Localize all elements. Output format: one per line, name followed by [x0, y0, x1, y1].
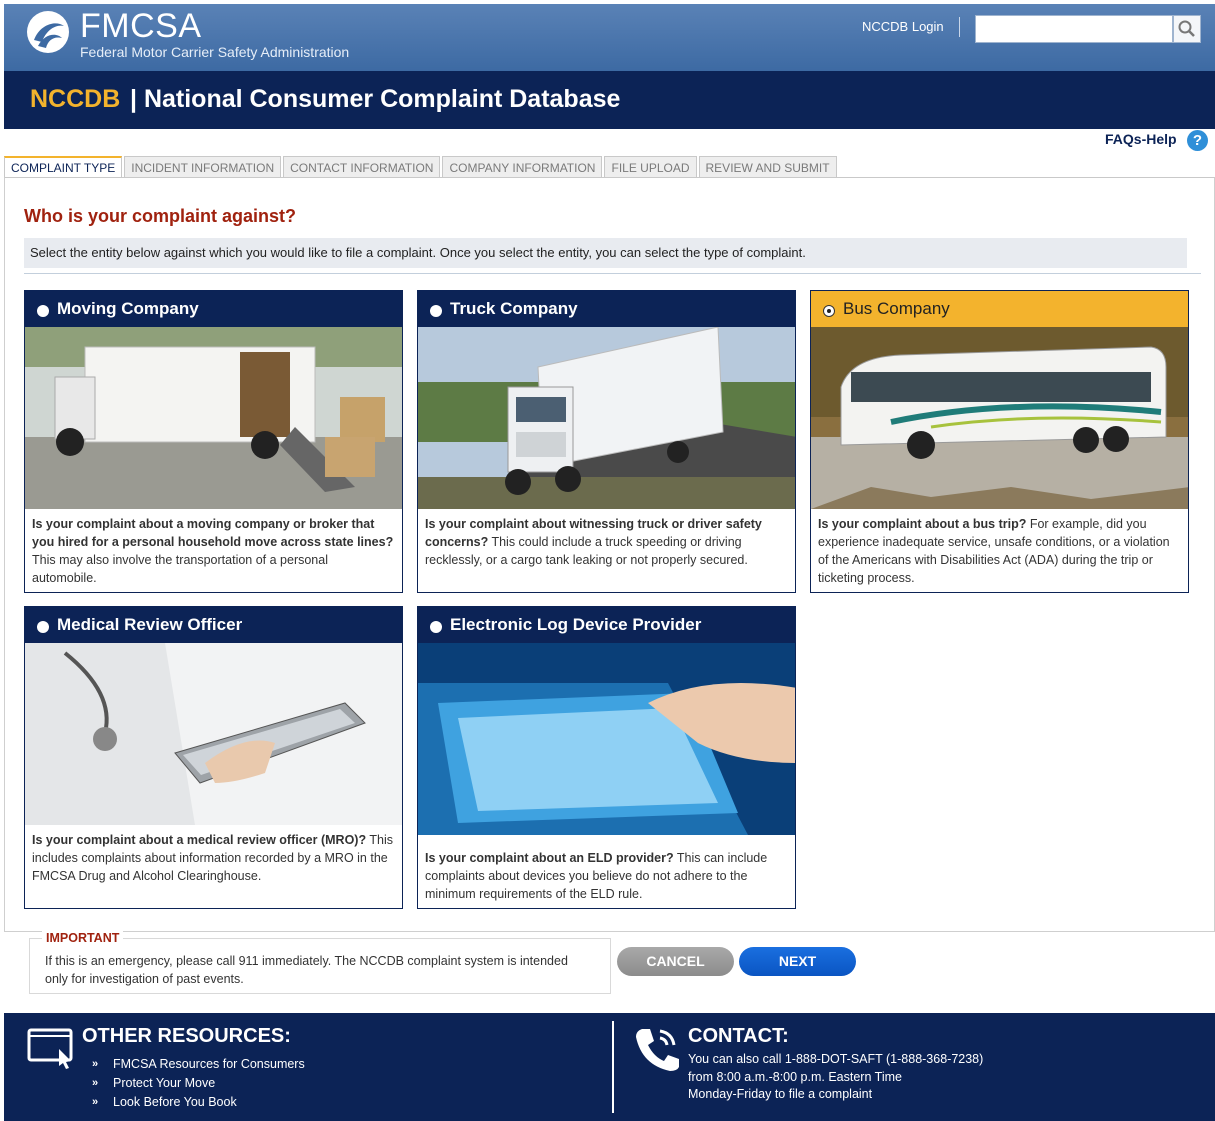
title-bar: NCCDB | National Consumer Complaint Data… — [4, 71, 1215, 129]
card-question: Is your complaint about a bus trip? — [818, 517, 1027, 531]
tab-complaint-type[interactable]: COMPLAINT TYPE — [4, 156, 123, 178]
card-description: Is your complaint about an ELD provider?… — [418, 835, 795, 909]
double-chevron-icon: » — [92, 1058, 99, 1070]
doctor-tablet-image — [25, 643, 402, 825]
card-title: Medical Review Officer — [57, 615, 243, 634]
site-header: FMCSA Federal Motor Carrier Safety Admin… — [4, 4, 1215, 71]
header-divider — [959, 17, 960, 37]
card-moving-company[interactable]: Moving Company Is your complaint about a… — [24, 290, 403, 593]
resource-label[interactable]: FMCSA Resources for Consumers — [113, 1055, 305, 1074]
resource-link-protect-move[interactable]: » Protect Your Move — [92, 1074, 305, 1093]
page-title: | National Consumer Complaint Database — [130, 85, 621, 113]
card-question: Is your complaint about an ELD provider? — [425, 851, 674, 865]
resource-label[interactable]: Protect Your Move — [113, 1074, 215, 1093]
card-header[interactable]: Electronic Log Device Provider — [418, 607, 795, 643]
help-icon[interactable]: ? — [1187, 130, 1208, 151]
contact-line: Monday-Friday to file a complaint — [688, 1087, 873, 1101]
cancel-button[interactable]: CANCEL — [617, 947, 734, 976]
card-question: Is your complaint about a moving company… — [32, 517, 394, 549]
card-title: Electronic Log Device Provider — [450, 615, 702, 634]
important-label: IMPORTANT — [42, 931, 124, 945]
fmcsa-logo-icon — [27, 11, 69, 53]
card-truck-company[interactable]: Truck Company Is your complaint about wi… — [417, 290, 796, 593]
divider — [24, 273, 1201, 274]
tab-company-information[interactable]: COMPANY INFORMATION — [442, 156, 603, 178]
card-description: Is your complaint about a bus trip? For … — [811, 509, 1188, 593]
radio-moving-company[interactable] — [37, 304, 49, 317]
site-footer: OTHER RESOURCES: » FMCSA Resources for Co… — [4, 1013, 1215, 1121]
logo-subtitle: Federal Motor Carrier Safety Administrat… — [80, 44, 350, 60]
resource-link-consumers[interactable]: » FMCSA Resources for Consumers — [92, 1055, 305, 1074]
radio-truck-company[interactable] — [430, 304, 442, 317]
tour-bus-image — [811, 327, 1188, 509]
search-button[interactable] — [1173, 15, 1201, 43]
resource-label[interactable]: Look Before You Book — [113, 1093, 237, 1112]
card-title: Truck Company — [450, 299, 578, 318]
card-eld-provider[interactable]: Electronic Log Device Provider Is your c… — [417, 606, 796, 909]
footer-divider — [612, 1021, 614, 1113]
card-title: Bus Company — [843, 299, 950, 318]
card-description: Is your complaint about a moving company… — [25, 509, 402, 593]
faqs-help-link[interactable]: FAQs-Help — [1105, 131, 1177, 147]
double-chevron-icon: » — [92, 1077, 99, 1089]
search-input[interactable] — [975, 15, 1173, 43]
double-chevron-icon: » — [92, 1096, 99, 1108]
card-description: Is your complaint about witnessing truck… — [418, 509, 795, 575]
next-button[interactable]: NEXT — [739, 947, 856, 976]
eld-tablet-image — [418, 643, 795, 835]
phone-icon — [636, 1029, 679, 1071]
card-header[interactable]: Truck Company — [418, 291, 795, 327]
step-tabs: COMPLAINT TYPE INCIDENT INFORMATION CONT… — [4, 156, 839, 178]
card-bus-company[interactable]: Bus Company Is your complaint about a bu… — [810, 290, 1189, 593]
title-acronym: NCCDB — [30, 85, 121, 113]
instruction-text: Select the entity below against which yo… — [24, 238, 1187, 268]
contact-line: from 8:00 a.m.-8:00 p.m. Eastern Time — [688, 1069, 902, 1084]
tab-contact-information[interactable]: CONTACT INFORMATION — [283, 156, 441, 178]
section-heading: Who is your complaint against? — [24, 206, 297, 226]
card-title: Moving Company — [57, 299, 199, 318]
resources-list: » FMCSA Resources for Consumers » Protect … — [92, 1055, 305, 1112]
tab-file-upload[interactable]: FILE UPLOAD — [604, 156, 697, 178]
contact-title: CONTACT: — [688, 1025, 789, 1047]
logo-title: FMCSA — [80, 7, 202, 45]
card-header[interactable]: Moving Company — [25, 291, 402, 327]
card-text: This may also involve the transportation… — [32, 553, 328, 585]
important-text: If this is an emergency, please call 911… — [45, 954, 568, 986]
resource-link-look-before-book[interactable]: » Look Before You Book — [92, 1093, 305, 1112]
card-question: Is your complaint about a medical review… — [32, 833, 367, 847]
card-header[interactable]: Bus Company — [811, 291, 1188, 327]
nccdb-login-link[interactable]: NCCDB Login — [862, 19, 944, 34]
card-medical-review-officer[interactable]: Medical Review Officer Is your complaint… — [24, 606, 403, 909]
tab-review-and-submit[interactable]: REVIEW AND SUBMIT — [698, 156, 837, 178]
radio-medical-review-officer[interactable] — [37, 620, 49, 633]
contact-info: You can also call 1-888-DOT-SAFT (1-888-… — [688, 1051, 983, 1104]
search-icon — [1178, 20, 1195, 37]
moving-truck-image — [25, 327, 402, 509]
tab-incident-information[interactable]: INCIDENT INFORMATION — [124, 156, 282, 178]
card-description: Is your complaint about a medical review… — [25, 825, 402, 891]
card-header[interactable]: Medical Review Officer — [25, 607, 402, 643]
radio-eld-provider[interactable] — [430, 620, 442, 633]
radio-bus-company-selected[interactable] — [823, 304, 835, 317]
contact-line: You can also call 1-888-DOT-SAFT (1-888-… — [688, 1052, 984, 1066]
semi-truck-image — [418, 327, 795, 509]
other-resources-title: OTHER RESOURCES: — [82, 1025, 291, 1047]
monitor-cursor-icon — [27, 1028, 73, 1069]
